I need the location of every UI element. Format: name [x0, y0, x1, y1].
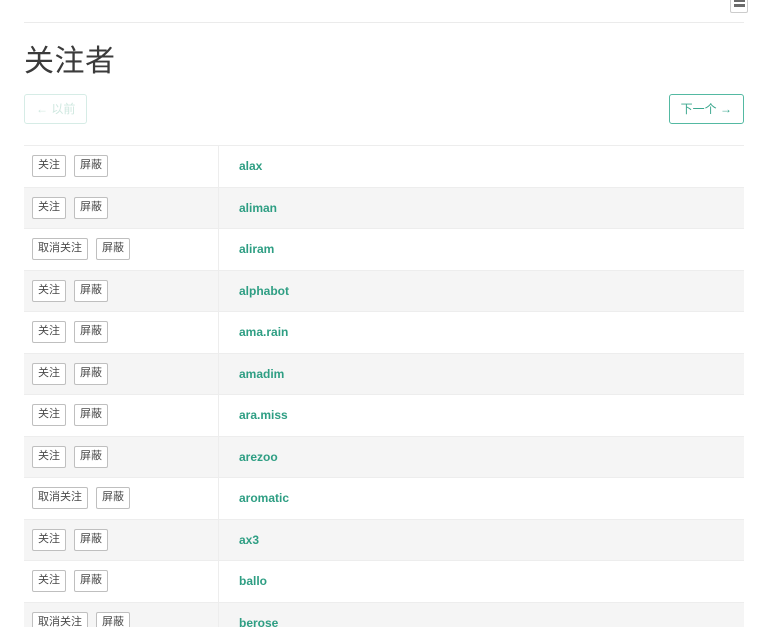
follow-toggle-button[interactable]: 关注 [32, 528, 66, 551]
row-actions: 关注 屏蔽 [24, 519, 219, 560]
table-row: 关注 屏蔽 alax [24, 146, 744, 188]
row-actions: 关注 屏蔽 [24, 187, 219, 228]
top-bar [24, 0, 748, 23]
block-button[interactable]: 屏蔽 [74, 362, 108, 385]
username-link[interactable]: aliman [239, 201, 277, 215]
menu-bar-2 [733, 3, 745, 7]
row-actions: 取消关注 屏蔽 [24, 229, 219, 270]
page-title: 关注者 [24, 45, 116, 78]
username-cell: ara.miss [219, 395, 744, 436]
block-button[interactable]: 屏蔽 [96, 611, 130, 627]
row-actions: 取消关注 屏蔽 [24, 602, 219, 627]
username-cell: aliman [219, 188, 744, 229]
block-button[interactable]: 屏蔽 [74, 570, 108, 593]
table-row: 关注 屏蔽 aliman [24, 187, 744, 229]
menu-bar-1 [733, 0, 745, 2]
username-link[interactable]: aliram [239, 242, 274, 256]
row-actions: 关注 屏蔽 [24, 312, 219, 353]
followers-table: 关注 屏蔽 alax 关注 屏蔽 aliman 取消关注 屏蔽 aliram 关注 屏蔽 alphab… [24, 145, 744, 627]
block-button[interactable]: 屏蔽 [96, 487, 130, 510]
table-row: 取消关注 屏蔽 berose [24, 602, 744, 627]
username-link[interactable]: amadim [239, 367, 284, 381]
block-button[interactable]: 屏蔽 [74, 445, 108, 468]
username-cell: berose [219, 603, 744, 627]
row-actions: 关注 屏蔽 [24, 270, 219, 311]
row-actions: 关注 屏蔽 [24, 146, 219, 187]
pagination: ← 以前 下一个 → [24, 94, 744, 126]
username-link[interactable]: ara.miss [239, 408, 288, 422]
table-row: 取消关注 屏蔽 aromatic [24, 478, 744, 520]
follow-toggle-button[interactable]: 关注 [32, 445, 66, 468]
follow-toggle-button[interactable]: 取消关注 [32, 238, 88, 261]
block-button[interactable]: 屏蔽 [74, 279, 108, 302]
table-row: 关注 屏蔽 ara.miss [24, 395, 744, 437]
username-cell: amadim [219, 354, 744, 395]
table-row: 关注 屏蔽 amadim [24, 353, 744, 395]
follow-toggle-button[interactable]: 关注 [32, 570, 66, 593]
username-cell: alax [219, 146, 744, 187]
row-actions: 取消关注 屏蔽 [24, 478, 219, 519]
follow-toggle-button[interactable]: 取消关注 [32, 487, 88, 510]
block-button[interactable]: 屏蔽 [96, 238, 130, 261]
table-row: 关注 屏蔽 arezoo [24, 436, 744, 478]
block-button[interactable]: 屏蔽 [74, 196, 108, 219]
table-row: 取消关注 屏蔽 aliram [24, 229, 744, 271]
username-cell: aromatic [219, 478, 744, 519]
username-cell: alphabot [219, 271, 744, 312]
block-button[interactable]: 屏蔽 [74, 321, 108, 344]
hamburger-menu-icon[interactable] [730, 0, 748, 13]
follow-toggle-button[interactable]: 取消关注 [32, 611, 88, 627]
follow-toggle-button[interactable]: 关注 [32, 362, 66, 385]
block-button[interactable]: 屏蔽 [74, 404, 108, 427]
follow-toggle-button[interactable]: 关注 [32, 404, 66, 427]
username-link[interactable]: alphabot [239, 284, 289, 298]
username-cell: ama.rain [219, 312, 744, 353]
table-row: 关注 屏蔽 ax3 [24, 519, 744, 561]
follow-toggle-button[interactable]: 关注 [32, 321, 66, 344]
previous-page-button[interactable]: ← 以前 [24, 94, 88, 124]
table-row: 关注 屏蔽 ballo [24, 561, 744, 603]
username-link[interactable]: ax3 [239, 533, 259, 547]
username-link[interactable]: aromatic [239, 491, 289, 505]
follow-toggle-button[interactable]: 关注 [32, 155, 66, 178]
username-link[interactable]: ballo [239, 574, 267, 588]
username-cell: aliram [219, 229, 744, 270]
block-button[interactable]: 屏蔽 [74, 155, 108, 178]
username-link[interactable]: berose [239, 616, 278, 627]
username-link[interactable]: alax [239, 159, 262, 173]
username-cell: ballo [219, 561, 744, 602]
follow-toggle-button[interactable]: 关注 [32, 279, 66, 302]
username-link[interactable]: ama.rain [239, 325, 288, 339]
row-actions: 关注 屏蔽 [24, 561, 219, 602]
next-page-button[interactable]: 下一个 → [668, 94, 744, 124]
block-button[interactable]: 屏蔽 [74, 528, 108, 551]
table-row: 关注 屏蔽 ama.rain [24, 312, 744, 354]
follow-toggle-button[interactable]: 关注 [32, 196, 66, 219]
username-cell: arezoo [219, 437, 744, 478]
row-actions: 关注 屏蔽 [24, 436, 219, 477]
username-link[interactable]: arezoo [239, 450, 278, 464]
row-actions: 关注 屏蔽 [24, 353, 219, 394]
username-cell: ax3 [219, 520, 744, 561]
row-actions: 关注 屏蔽 [24, 395, 219, 436]
table-row: 关注 屏蔽 alphabot [24, 270, 744, 312]
